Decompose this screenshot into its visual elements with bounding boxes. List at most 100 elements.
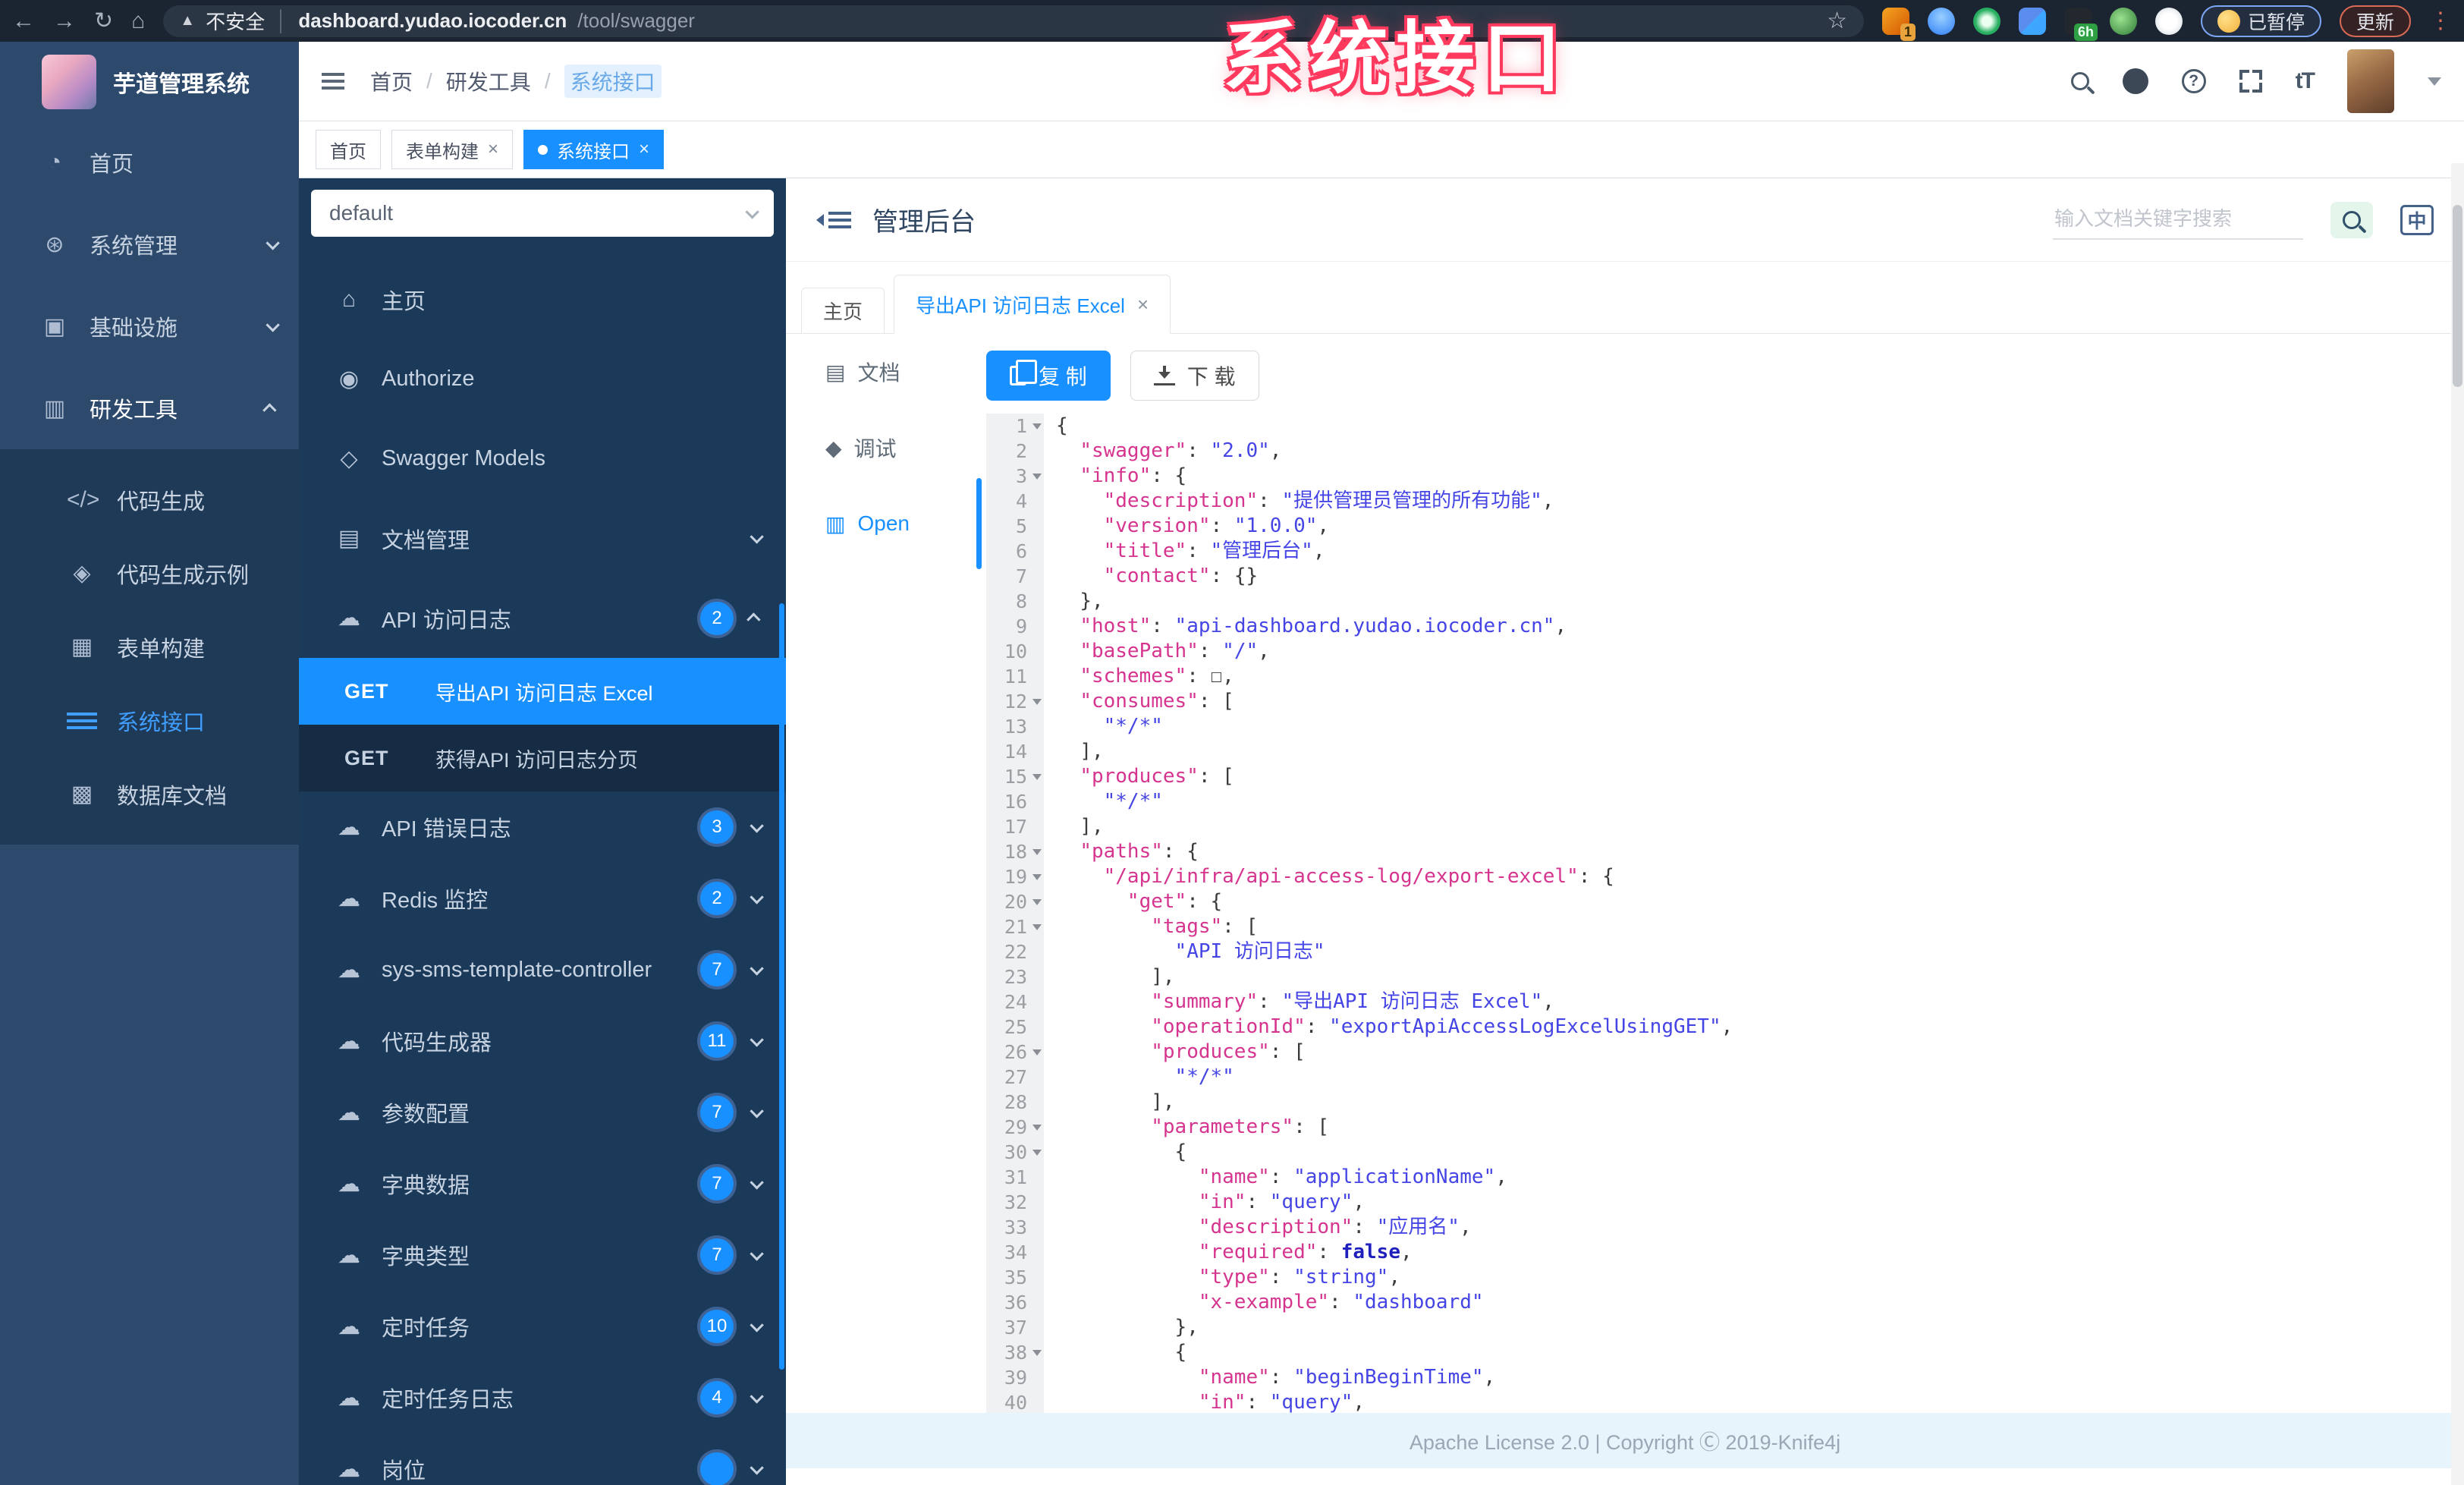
code-text: }, xyxy=(1080,590,1104,612)
api-sidebar-scrollbar[interactable] xyxy=(779,603,784,1370)
code-line: 32 "in": "query", xyxy=(986,1190,2435,1215)
address-bar[interactable]: ▲ 不安全 │ dashboard.yudao.iocoder.cn /tool… xyxy=(163,5,1864,37)
fold-caret-icon[interactable] xyxy=(1032,924,1042,930)
side-tab-调试[interactable]: ◆ 调试 xyxy=(786,410,948,486)
sidebar-subitem-表单构建[interactable]: ▦ 表单构建 xyxy=(0,610,299,684)
doc-tab-主页[interactable]: 主页 xyxy=(801,288,885,333)
extension-icon-orange[interactable]: 1 xyxy=(1881,7,1916,41)
sidebar-item-研发工具[interactable]: ▥ 研发工具 xyxy=(0,367,299,449)
profile-paused-button[interactable]: 已暂停 xyxy=(2200,5,2321,37)
page-scrollbar[interactable] xyxy=(2451,163,2464,1485)
browser-update-button[interactable]: 更新 xyxy=(2339,5,2411,37)
browser-back-icon[interactable]: ← xyxy=(12,9,35,33)
extension-icon-white-star[interactable] xyxy=(2154,7,2183,35)
fold-caret-icon[interactable] xyxy=(1032,1049,1042,1056)
font-size-icon[interactable]: tT xyxy=(2296,68,2315,94)
github-icon[interactable] xyxy=(2122,68,2148,94)
header-search-icon[interactable] xyxy=(2070,72,2089,90)
fold-caret-icon[interactable] xyxy=(1032,849,1042,855)
tag-首页[interactable]: 首页 xyxy=(316,130,381,169)
app-header: 首页 / 研发工具 / 系统接口 ? tT xyxy=(299,42,2464,121)
breadcrumb-devtools[interactable]: 研发工具 xyxy=(446,66,531,96)
copy-button[interactable]: 复 制 xyxy=(986,350,1111,401)
fold-caret-icon[interactable] xyxy=(1032,1150,1042,1156)
line-number: 17 xyxy=(986,814,1044,839)
extension-icon-blue[interactable] xyxy=(1927,7,1955,35)
api-nav-API 访问日志[interactable]: ☁ API 访问日志 2 xyxy=(299,578,786,658)
api-group-参数配置[interactable]: ☁ 参数配置 7 xyxy=(299,1077,786,1148)
api-nav-主页[interactable]: ⌂ 主页 xyxy=(299,260,786,339)
browser-reload-icon[interactable]: ↻ xyxy=(94,9,113,33)
api-nav-Swagger Models[interactable]: ◇ Swagger Models xyxy=(299,419,786,499)
api-group-代码生成器[interactable]: ☁ 代码生成器 11 xyxy=(299,1005,786,1077)
download-button[interactable]: 下 载 xyxy=(1130,350,1259,401)
api-nav-Authorize[interactable]: ◉ Authorize xyxy=(299,339,786,419)
breadcrumb-home[interactable]: 首页 xyxy=(370,66,413,96)
api-group-岗位[interactable]: ☁ 岗位 xyxy=(299,1433,786,1485)
hamburger-icon[interactable] xyxy=(322,73,344,90)
code-line: 29 "parameters": [ xyxy=(986,1115,2435,1140)
fold-caret-icon[interactable] xyxy=(1032,874,1042,880)
tag-表单构建[interactable]: 表单构建 × xyxy=(391,130,514,169)
user-avatar[interactable] xyxy=(2347,49,2394,113)
sidebar-item-基础设施[interactable]: ▣ 基础设施 xyxy=(0,285,299,367)
browser-menu-icon[interactable]: ⋮ xyxy=(2429,8,2452,34)
browser-forward-icon[interactable]: → xyxy=(53,9,76,33)
side-tab-Open[interactable]: ▥ Open xyxy=(786,478,982,569)
browser-home-icon[interactable]: ⌂ xyxy=(131,9,145,33)
api-group-sys-sms-template-controller[interactable]: ☁ sys-sms-template-controller 7 xyxy=(299,934,786,1005)
tag-label: 表单构建 xyxy=(406,141,479,162)
api-group-Redis 监控[interactable]: ☁ Redis 监控 2 xyxy=(299,863,786,934)
code-line: 24 "summary": "导出API 访问日志 Excel", xyxy=(986,989,2435,1015)
api-group-select[interactable]: default xyxy=(311,190,774,237)
sidebar-collapse-icon[interactable] xyxy=(816,211,851,228)
close-icon[interactable]: × xyxy=(1137,293,1149,316)
language-icon[interactable]: 中 xyxy=(2400,204,2434,235)
close-icon[interactable]: × xyxy=(488,139,498,160)
extension-icon-dark[interactable]: 6h xyxy=(2063,7,2098,41)
api-operation-获得API 访问日志分页[interactable]: GET 获得API 访问日志分页 xyxy=(299,725,786,791)
api-group-定时任务日志[interactable]: ☁ 定时任务日志 4 xyxy=(299,1362,786,1433)
app-logo[interactable]: 芋道管理系统 xyxy=(0,42,299,121)
count-badge: 7 xyxy=(700,953,734,986)
doc-search-button[interactable] xyxy=(2330,201,2373,238)
api-group-定时任务[interactable]: ☁ 定时任务 10 xyxy=(299,1291,786,1362)
fold-caret-icon[interactable] xyxy=(1032,699,1042,705)
extension-icon-green-circle[interactable] xyxy=(1972,7,2000,35)
close-icon[interactable]: × xyxy=(639,139,649,160)
fullscreen-icon[interactable] xyxy=(2239,70,2262,93)
side-tab-label: 调试 xyxy=(853,437,897,461)
api-group-字典数据[interactable]: ☁ 字典数据 7 xyxy=(299,1148,786,1219)
code-line: 36 "x-example": "dashboard" xyxy=(986,1290,2435,1315)
extension-icon-green[interactable] xyxy=(2109,7,2137,35)
doc-tab-导出API 访问日志 Excel[interactable]: 导出API 访问日志 Excel × xyxy=(894,275,1171,334)
page-scrollbar-thumb[interactable] xyxy=(2453,205,2462,387)
tag-系统接口[interactable]: 系统接口 × xyxy=(523,130,665,169)
fold-caret-icon[interactable] xyxy=(1032,774,1042,780)
fold-caret-icon[interactable] xyxy=(1032,474,1042,480)
swagger-json-editor[interactable]: 1{2 "swagger": "2.0", 3 "info": {4 "descr… xyxy=(986,414,2435,1413)
bookmark-star-icon[interactable]: ☆ xyxy=(1827,8,1847,34)
api-group-字典类型[interactable]: ☁ 字典类型 7 xyxy=(299,1219,786,1291)
sidebar-item-首页[interactable]: ◔ 首页 xyxy=(0,121,299,203)
api-operation-导出API 访问日志 Excel[interactable]: GET 导出API 访问日志 Excel xyxy=(299,658,786,725)
fold-caret-icon[interactable] xyxy=(1032,423,1042,429)
help-icon[interactable]: ? xyxy=(2181,69,2206,93)
sidebar-subitem-代码生成示例[interactable]: ◈ 代码生成示例 xyxy=(0,536,299,610)
sidebar-subitem-系统接口[interactable]: 系统接口 xyxy=(0,684,299,757)
api-group-label: 参数配置 xyxy=(382,1103,470,1127)
fold-caret-icon[interactable] xyxy=(1032,1350,1042,1356)
sidebar-subitem-数据库文档[interactable]: ▩ 数据库文档 xyxy=(0,757,299,831)
api-group-label: 字典数据 xyxy=(382,1174,470,1198)
user-menu-caret-icon[interactable] xyxy=(2428,77,2441,86)
doc-search-input[interactable] xyxy=(2053,200,2303,240)
sidebar-item-系统管理[interactable]: ⊛ 系统管理 xyxy=(0,203,299,285)
api-group-API 错误日志[interactable]: ☁ API 错误日志 3 xyxy=(299,791,786,863)
api-nav-文档管理[interactable]: ▤ 文档管理 xyxy=(299,499,786,578)
line-number: 22 xyxy=(986,939,1044,964)
fold-caret-icon[interactable] xyxy=(1032,899,1042,905)
fold-caret-icon[interactable] xyxy=(1032,1125,1042,1131)
extension-icon-grid[interactable] xyxy=(2018,7,2046,35)
side-tab-文档[interactable]: ▤ 文档 xyxy=(786,334,948,410)
sidebar-subitem-代码生成[interactable]: </> 代码生成 xyxy=(0,463,299,536)
